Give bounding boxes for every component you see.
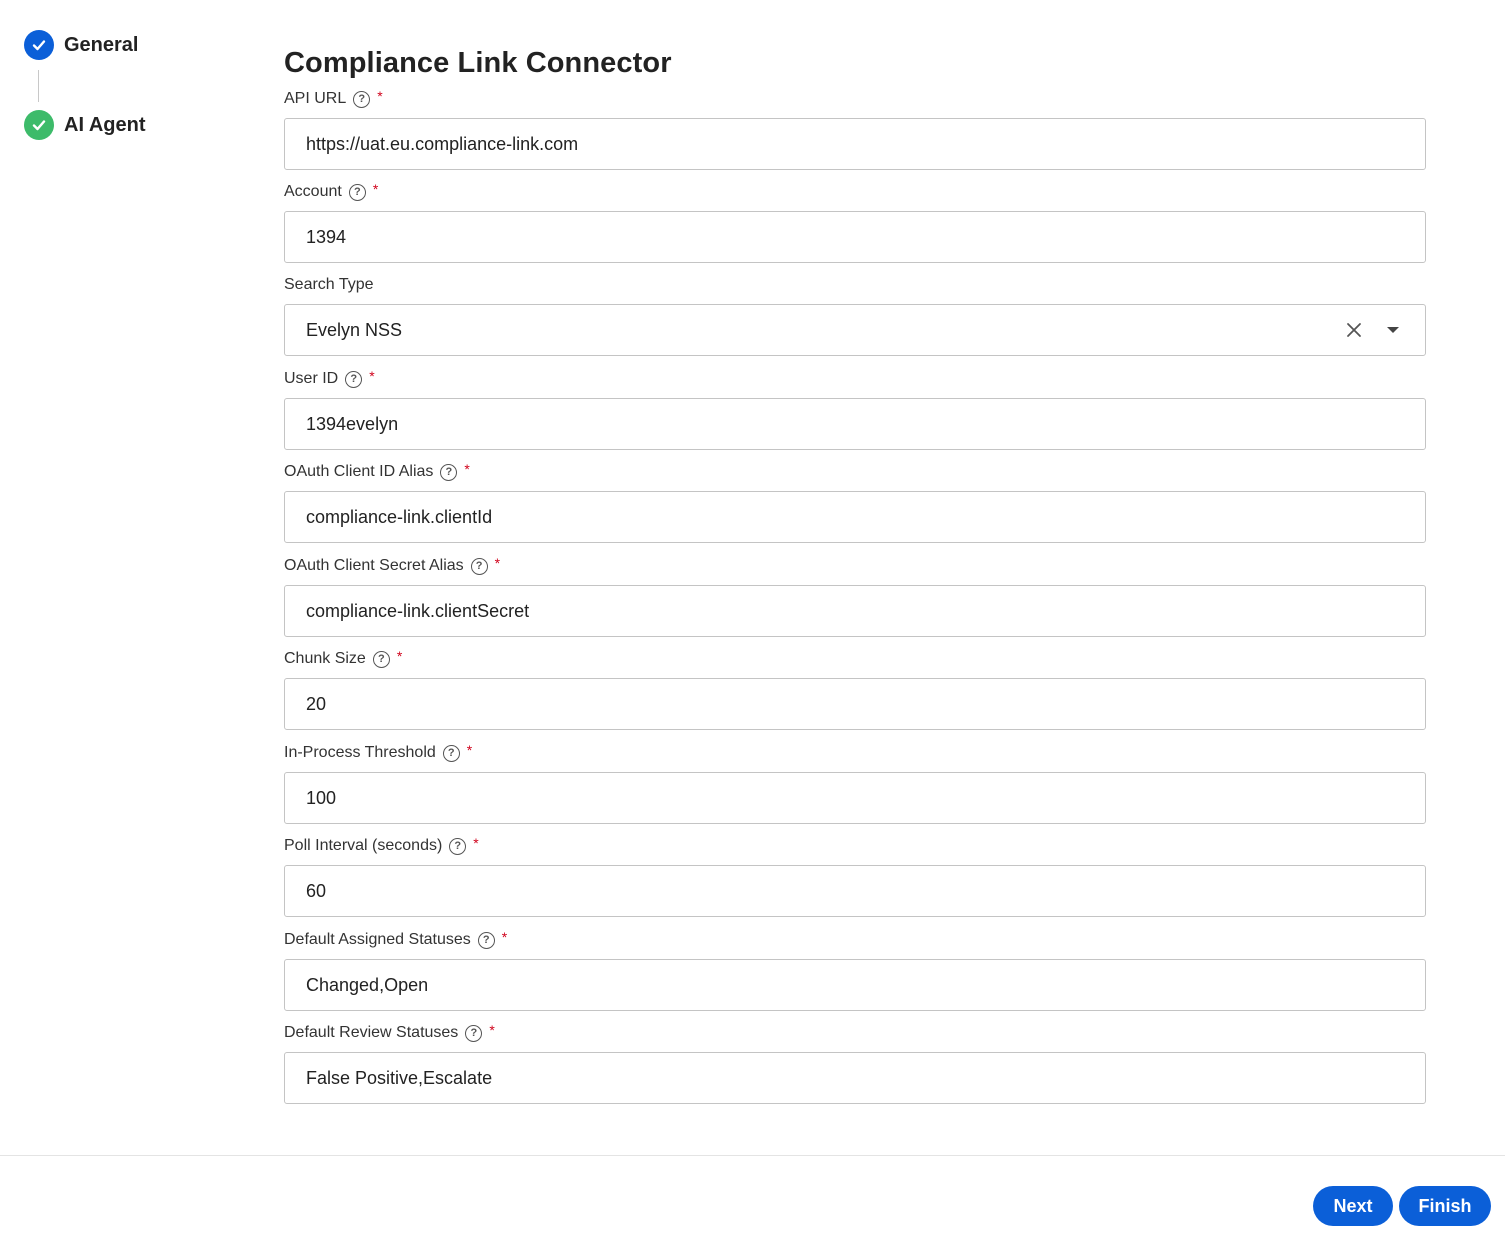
- required-marker: *: [372, 181, 379, 197]
- step-connector: [38, 70, 39, 102]
- help-icon[interactable]: ?: [477, 931, 495, 949]
- step-label: AI Agent: [64, 113, 146, 136]
- help-icon[interactable]: ?: [442, 744, 460, 762]
- user-id-field: User ID ? * 1394evelyn: [284, 368, 1426, 450]
- required-marker: *: [396, 648, 403, 664]
- required-marker: *: [489, 1022, 495, 1038]
- search-type-field: Search Type Evelyn NSS: [284, 274, 1426, 356]
- required-marker: *: [369, 368, 375, 384]
- user-id-input[interactable]: 1394evelyn: [284, 398, 1426, 450]
- field-label: Default Review Statuses: [284, 1024, 459, 1041]
- step-ai-agent[interactable]: AI Agent: [24, 110, 145, 140]
- required-marker: *: [466, 742, 473, 758]
- check-icon: [24, 110, 54, 140]
- connector-config-page: General AI Agent Compliance Link Connect…: [0, 0, 1505, 1252]
- api-url-input[interactable]: https://uat.eu.compliance-link.com: [284, 118, 1426, 170]
- field-label: Account: [284, 183, 342, 200]
- field-label: OAuth Client Secret Alias: [284, 557, 464, 574]
- account-input[interactable]: 1394: [284, 211, 1426, 263]
- in-process-threshold-field: In-Process Threshold ? * 100: [284, 742, 1426, 824]
- default-review-statuses-input[interactable]: False Positive,Escalate: [284, 1052, 1426, 1104]
- help-icon[interactable]: ?: [353, 90, 371, 108]
- required-marker: *: [494, 555, 501, 571]
- poll-interval-field: Poll Interval (seconds) ? * 60: [284, 835, 1426, 917]
- required-marker: *: [377, 88, 383, 104]
- required-marker: *: [501, 929, 508, 945]
- next-button[interactable]: Next: [1313, 1186, 1393, 1226]
- required-marker: *: [473, 835, 479, 851]
- oauth-client-secret-field: OAuth Client Secret Alias ? * compliance…: [284, 555, 1426, 637]
- account-field: Account ? * 1394: [284, 181, 1426, 263]
- field-label: Poll Interval (seconds): [284, 837, 443, 854]
- connector-form: Compliance Link Connector API URL ? * ht…: [284, 44, 1426, 1104]
- selected-value: Evelyn NSS: [306, 319, 403, 340]
- help-icon[interactable]: ?: [440, 463, 458, 481]
- clear-icon[interactable]: [1345, 321, 1363, 339]
- default-review-statuses-field: Default Review Statuses ? * False Positi…: [284, 1022, 1426, 1104]
- help-icon[interactable]: ?: [465, 1024, 483, 1042]
- page-title: Compliance Link Connector: [284, 47, 672, 79]
- oauth-client-id-field: OAuth Client ID Alias ? * compliance-lin…: [284, 461, 1426, 543]
- chevron-down-icon[interactable]: [1387, 327, 1399, 333]
- help-icon[interactable]: ?: [449, 837, 467, 855]
- default-assigned-statuses-input[interactable]: Changed,Open: [284, 959, 1426, 1011]
- finish-button[interactable]: Finish: [1399, 1186, 1491, 1226]
- help-icon[interactable]: ?: [372, 650, 390, 668]
- step-label: General: [64, 33, 139, 56]
- search-type-select[interactable]: Evelyn NSS: [284, 304, 1426, 356]
- chunk-size-field: Chunk Size ? * 20: [284, 648, 1426, 730]
- field-label: Chunk Size: [284, 650, 366, 667]
- field-label: API URL: [284, 90, 347, 107]
- step-general[interactable]: General: [24, 30, 138, 60]
- help-icon[interactable]: ?: [348, 183, 366, 201]
- check-icon: [24, 30, 54, 60]
- poll-interval-input[interactable]: 60: [284, 865, 1426, 917]
- help-icon[interactable]: ?: [470, 557, 488, 575]
- api-url-field: API URL ? * https://uat.eu.compliance-li…: [284, 88, 1426, 170]
- default-assigned-statuses-field: Default Assigned Statuses ? * Changed,Op…: [284, 929, 1426, 1011]
- field-label: User ID: [284, 370, 339, 387]
- field-label: Default Assigned Statuses: [284, 931, 471, 948]
- help-icon[interactable]: ?: [345, 370, 363, 388]
- field-label: Search Type: [284, 276, 374, 293]
- oauth-client-id-input[interactable]: compliance-link.clientId: [284, 491, 1426, 543]
- field-label: In-Process Threshold: [284, 744, 436, 761]
- chunk-size-input[interactable]: 20: [284, 678, 1426, 730]
- field-label: OAuth Client ID Alias: [284, 463, 434, 480]
- required-marker: *: [464, 461, 470, 477]
- footer-divider: [0, 1155, 1505, 1156]
- in-process-threshold-input[interactable]: 100: [284, 772, 1426, 824]
- oauth-client-secret-input[interactable]: compliance-link.clientSecret: [284, 585, 1426, 637]
